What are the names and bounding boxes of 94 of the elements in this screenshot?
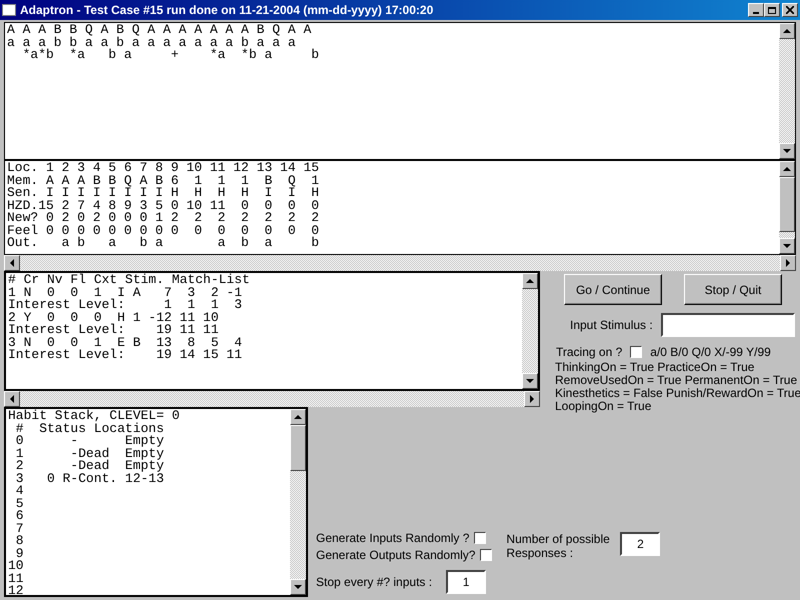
scroll-down-button[interactable] [522,373,538,389]
arrow-left-icon [10,259,14,267]
text-line: Sen. I I I I I I I I H H H H I I H [7,187,320,200]
text-pane[interactable]: A A A B B Q A B Q A A A A A A A B Q A A a a a b b a a b a a a a a a a b a a a *a*b *a b a + *a *b a b [4,22,796,160]
arrow-down-icon [294,585,302,589]
maximize-icon [768,6,776,14]
scroll-down-button[interactable] [779,238,795,254]
vertical-scrollbar[interactable] [290,409,306,595]
vertical-scrollbar[interactable] [522,273,538,389]
close-button[interactable] [782,3,798,17]
scrollbar-thumb[interactable] [290,425,306,471]
vertical-scrollbar[interactable] [779,161,795,254]
checkbox-label: Generate Outputs Randomly? [316,548,476,562]
minimize-button[interactable] [748,3,764,17]
text-line: 6 [14,510,24,522]
text-line: 1 -Dead Empty [14,448,164,460]
text-line: Interest Level: 19 11 11 [8,324,219,336]
scroll-down-button[interactable] [779,143,795,159]
horizontal-scrollbar[interactable] [4,255,796,271]
checkbox-label: Tracing on ? [556,345,622,359]
settings-text: LoopingOn = True [555,400,652,413]
text-line: A A A B B Q A B Q A A A A A A A B Q A A [7,24,312,36]
checkbox[interactable] [630,346,642,358]
text-line: 10 [8,560,24,572]
checkbox-label: Generate Inputs Randomly ? [316,531,470,545]
arrow-up-icon [783,29,791,33]
text-pane[interactable]: # Cr Nv Fl Cxt Stim. Match-List 1 N 0 0 1 I A 7 3 2 -1 Interest Level: 1 1 1 3 2 Y 0 0 0 H 1 -12 11 10 Interest Level: 19 11 11 3 N 0 0 1 E B 13 8 5 4 Interest Level: 19 14 15 11 [4,271,540,391]
minimize-icon [753,12,759,14]
text-line: # Status Locations [14,422,164,435]
text-line: # Cr Nv Fl Cxt Stim. Match-List [8,274,250,286]
vertical-scrollbar[interactable] [779,23,795,159]
maximize-button[interactable] [764,3,780,17]
arrow-left-icon [10,395,14,403]
checkbox[interactable] [474,532,486,544]
text-line: Interest Level: 19 14 15 11 [8,349,242,362]
command-button[interactable]: Go / Continue [564,274,662,305]
scrollbar-thumb[interactable] [779,177,795,232]
settings-text: ThinkingOn = True PracticeOn = True [555,361,756,374]
input-field[interactable]: 2 [620,532,660,556]
scroll-left-button[interactable] [4,391,20,407]
text-line: Interest Level: 1 1 1 3 [8,299,242,312]
text-line: Habit Stack, CLEVEL= 0 [8,410,180,422]
text-line: 0 - Empty [14,435,164,448]
window-title: Adaptron - Test Case #15 run done on 11-21-2004 (mm-dd-yyyy) 17:00:20 [20,3,434,17]
text-line: 8 [14,535,24,548]
text-line: 4 [14,485,24,498]
scroll-up-button[interactable] [290,409,306,425]
app-icon [2,4,16,16]
close-icon [786,6,794,14]
text-line: 12 [8,585,24,595]
text-line: 2 Y 0 0 0 H 1 -12 11 10 [8,312,219,324]
arrow-up-icon [294,415,302,419]
arrow-right-icon [530,395,534,403]
scroll-right-button[interactable] [780,255,796,271]
arrow-down-icon [783,149,791,153]
text-line: Loc. 1 2 3 4 5 6 7 8 9 10 11 12 13 14 15 [7,162,320,174]
scroll-up-button[interactable] [779,23,795,39]
scroll-left-button[interactable] [4,255,20,271]
arrow-up-icon [783,167,791,171]
arrow-up-icon [526,279,534,283]
text-pane[interactable]: Habit Stack, CLEVEL= 0 # Status Locations 0 - Empty 1 -Dead Empty 2 -Dead Empty 3 0 R-Cont. 12-13 4 5 6 7 8 9 10 11 12 [4,407,308,597]
text-line: 1 N 0 0 1 I A 7 3 2 -1 [8,286,242,299]
text-line: a a a b b a a b a a a a a a a b a a a [7,36,296,49]
scroll-up-button[interactable] [779,161,795,177]
text-line: 11 [8,572,24,585]
horizontal-scrollbar[interactable] [4,391,540,407]
text-line: 2 -Dead Empty [14,460,164,472]
text-line: 3 0 R-Cont. 12-13 [14,472,164,485]
scroll-right-button[interactable] [524,391,540,407]
text-line: 3 N 0 0 1 E B 13 8 5 4 [8,336,242,349]
field-label: Stop every #? inputs : [316,575,432,589]
text-line: New? 0 2 0 2 0 0 0 1 2 2 2 2 2 2 2 [7,212,320,224]
checkbox[interactable] [480,549,492,561]
scroll-down-button[interactable] [290,579,306,595]
settings-text: RemoveUsedOn = True PermanentOn = True [555,374,798,387]
text-line: 7 [14,522,24,535]
text-line: *a*b *a b a + *a *b a b [22,49,320,62]
command-button[interactable]: Stop / Quit [684,274,782,305]
text-line: 5 [14,498,24,510]
arrow-down-icon [526,379,534,383]
text-line: 9 [16,548,24,560]
input-field[interactable] [660,313,795,337]
text-pane[interactable] [4,160,796,255]
arrow-right-icon [786,259,790,267]
input-field[interactable]: 1 [446,570,486,594]
text-line: Mem. A A A B B Q A B 6 1 1 1 B Q 1 [7,174,320,187]
arrow-down-icon [783,244,791,248]
field-label: Number of possible Responses : [506,532,611,560]
text-line: Feel 0 0 0 0 0 0 0 0 0 0 0 0 0 0 0 [7,224,320,237]
text-line: HZD.15 2 7 4 8 9 3 5 0 10 11 0 0 0 0 [7,200,320,212]
text-line: Out. a b a b a a b a b [7,237,320,250]
field-label: Input Stimulus : [570,318,653,332]
legend-text: a/0 B/0 Q/0 X/-99 Y/99 [650,345,771,359]
scroll-up-button[interactable] [522,273,538,289]
